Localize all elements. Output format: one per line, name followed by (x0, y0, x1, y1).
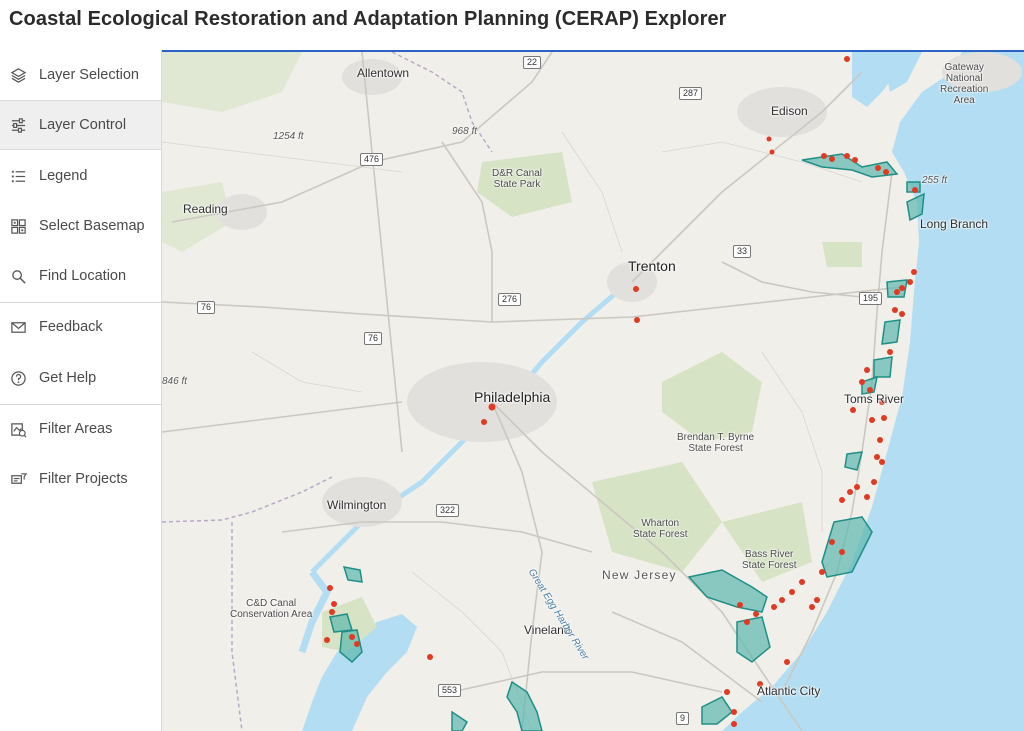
place-label-edison: Edison (771, 104, 808, 118)
sidebar-item-label: Legend (39, 168, 88, 184)
route-shield: 76 (364, 332, 383, 345)
sidebar-item-get-help[interactable]: Get Help (0, 353, 161, 403)
sidebar-item-filter-areas[interactable]: Filter Areas (0, 404, 161, 454)
sidebar-item-find-location[interactable]: Find Location (0, 251, 161, 301)
park-label-byrne: Brendan T. Byrne State Forest (677, 432, 755, 454)
sidebar-item-select-basemap[interactable]: Select Basemap (0, 201, 161, 251)
place-label-gateway: Gateway National Recreation Area (940, 62, 989, 106)
state-boundary (162, 476, 333, 523)
place-label-philadelphia: Philadelphia (474, 389, 551, 405)
elevation-label: 968 ft (452, 126, 478, 137)
sidebar-item-layer-selection[interactable]: Layer Selection (0, 50, 161, 100)
route-shield: 322 (436, 504, 460, 517)
route-shield: 9 (676, 712, 690, 725)
help-circle-icon (9, 369, 27, 387)
route-shield: 276 (498, 293, 522, 306)
place-label-toms-river: Toms River (844, 392, 905, 406)
route-shield: 195 (859, 292, 883, 305)
place-label-new-jersey: New Jersey (602, 568, 677, 582)
elevation-label: 846 ft (162, 376, 188, 387)
sidebar-item-label: Get Help (39, 370, 97, 386)
place-label-wilmington: Wilmington (327, 498, 387, 512)
place-label-trenton: Trenton (628, 258, 676, 274)
legend-list-icon (9, 167, 27, 185)
sidebar: Layer Selection Layer Control Legend Sel… (0, 50, 162, 731)
park-label-wharton: Wharton State Forest (633, 518, 688, 540)
sidebar-item-label: Layer Selection (39, 67, 139, 83)
route-shield: 476 (360, 153, 384, 166)
elevation-label: 255 ft (922, 175, 948, 186)
route-shield: 287 (679, 87, 703, 100)
park-label-bass-river: Bass River State Forest (742, 549, 797, 571)
sidebar-item-filter-projects[interactable]: Filter Projects (0, 454, 161, 504)
place-label-long-branch: Long Branch (920, 217, 989, 231)
map-view[interactable]: Allentown Edison Gateway National Recrea… (162, 52, 1024, 731)
app-title: Coastal Ecological Restoration and Adapt… (9, 8, 727, 30)
envelope-icon (9, 318, 27, 336)
sliders-icon (9, 116, 27, 134)
filter-areas-icon (9, 420, 27, 438)
elevation-label: 1254 ft (273, 131, 304, 142)
sidebar-item-label: Filter Projects (39, 471, 128, 487)
sidebar-item-label: Feedback (39, 319, 103, 335)
sidebar-item-label: Find Location (39, 268, 127, 284)
filter-projects-icon (9, 470, 27, 488)
place-label-atlantic-city: Atlantic City (757, 684, 821, 698)
sidebar-item-feedback[interactable]: Feedback (0, 302, 161, 352)
route-shield: 553 (438, 684, 462, 697)
sidebar-item-label: Layer Control (39, 117, 127, 133)
app-header: Coastal Ecological Restoration and Adapt… (0, 0, 1024, 50)
park-label-cd-canal: C&D Canal Conservation Area (230, 598, 313, 620)
place-label-reading: Reading (183, 202, 228, 216)
sidebar-item-label: Select Basemap (39, 218, 145, 234)
layers-icon (9, 66, 27, 84)
basemap-grid-icon (9, 217, 27, 235)
route-shield: 22 (523, 56, 542, 69)
place-label-allentown: Allentown (357, 66, 410, 80)
route-shield: 33 (733, 245, 752, 258)
sidebar-item-legend[interactable]: Legend (0, 151, 161, 201)
search-icon (9, 267, 27, 285)
park-label-dr-canal: D&R Canal State Park (492, 168, 543, 190)
sidebar-item-label: Filter Areas (39, 421, 113, 437)
route-shield: 76 (197, 301, 216, 314)
sidebar-item-layer-control[interactable]: Layer Control (0, 100, 161, 150)
